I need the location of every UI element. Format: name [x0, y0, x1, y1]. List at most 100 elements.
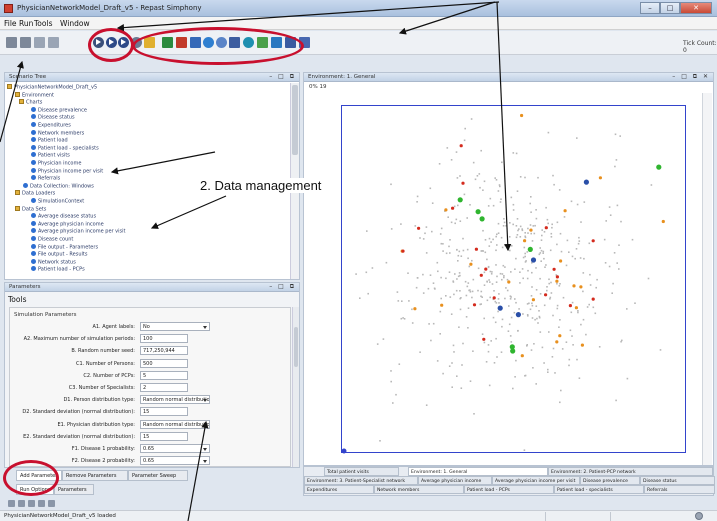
tree-item[interactable]: Patient load: [31, 137, 68, 144]
person-agent: [471, 296, 473, 299]
tree-item[interactable]: Referrals: [31, 175, 60, 182]
tree-item[interactable]: Average disease status: [31, 213, 96, 220]
tree-item[interactable]: Data Sets: [15, 205, 46, 213]
parameter-field[interactable]: 500: [140, 358, 188, 368]
parameter-dropdown[interactable]: No: [140, 322, 210, 331]
parameter-field[interactable]: 717,250,944: [140, 346, 188, 356]
minimize-button[interactable]: –: [640, 2, 660, 14]
tab-environment-general[interactable]: Environment: 1. General: [408, 467, 548, 476]
tab-referrals[interactable]: Referrals: [644, 485, 715, 494]
person-agent: [495, 179, 498, 181]
tree-item[interactable]: Environment: [15, 91, 54, 99]
person-agent: [425, 226, 428, 228]
tree-item[interactable]: File output - Parameters: [31, 243, 98, 251]
settings-icon[interactable]: [48, 500, 55, 507]
person-agent: [454, 273, 456, 275]
person-agent: [568, 358, 571, 361]
tree-item[interactable]: Charts: [19, 99, 42, 106]
tree-item[interactable]: Network members: [31, 129, 84, 137]
person-agent: [615, 159, 618, 161]
tree-item[interactable]: Data Collection: Windows: [23, 182, 94, 190]
person-agent: [489, 270, 492, 273]
parameter-label: F2. Disease 2 probability:: [71, 458, 135, 465]
menu-window[interactable]: Window: [60, 19, 90, 28]
parameter-dropdown[interactable]: Random normal distribution: [140, 419, 210, 429]
tree-item[interactable]: PhysicianNetworkModel_Draft_v5: [7, 84, 97, 91]
parameter-field[interactable]: 15: [140, 407, 188, 417]
tab-expenditures[interactable]: Expenditures: [304, 485, 374, 494]
person-agent: [403, 318, 406, 320]
tab-patient-load-pcps[interactable]: Patient load - PCPs: [464, 485, 554, 494]
save-icon[interactable]: [6, 37, 17, 48]
person-agent: [626, 308, 628, 310]
tab-average-income-per-visit[interactable]: Average physician income per visit: [492, 476, 580, 485]
person-agent: [614, 165, 616, 168]
display-scrollbar[interactable]: [702, 93, 712, 465]
tree-item[interactable]: Data Loaders: [15, 190, 55, 197]
parameters-scrollbar-thumb[interactable]: [294, 327, 298, 367]
parameter-field[interactable]: 5: [140, 370, 188, 380]
tree-item[interactable]: Expenditures: [31, 122, 71, 129]
parameter-field[interactable]: 2: [140, 383, 188, 392]
parameter-label: B. Random number seed:: [71, 348, 135, 355]
panel-controls-icon[interactable]: – □ ⧉ ✕: [672, 73, 710, 81]
person-agent: [433, 287, 436, 290]
person-agent: [547, 368, 549, 371]
parameter-field[interactable]: 100: [140, 334, 188, 344]
tab-total-patient-visits[interactable]: Total patient visits: [324, 467, 399, 476]
tab-network-members[interactable]: Network members: [374, 485, 464, 494]
edit-icon[interactable]: [18, 500, 25, 507]
tree-item[interactable]: Physician income per visit: [31, 167, 103, 175]
copy-icon[interactable]: [28, 500, 35, 507]
tree-item[interactable]: Disease status: [31, 114, 75, 121]
tree-item[interactable]: Average physician income: [31, 220, 104, 228]
tree-item[interactable]: Disease prevalence: [31, 106, 87, 114]
gear-icon[interactable]: [695, 512, 703, 520]
tree-item[interactable]: File output - Results: [31, 251, 88, 258]
tab-remove-parameters[interactable]: Remove Parameters: [62, 470, 128, 481]
save-all-icon[interactable]: [20, 37, 31, 48]
tab-disease-prevalence[interactable]: Disease prevalence: [580, 476, 640, 485]
menu-run[interactable]: Run: [19, 19, 33, 28]
tab-parameter-sweep[interactable]: Parameter Sweep: [128, 470, 188, 481]
tree-item[interactable]: Network status: [31, 258, 76, 266]
tree-item[interactable]: Disease count: [31, 236, 73, 243]
person-agent: [619, 135, 621, 137]
tab-patient-specialist-network[interactable]: Environment: 3. Patient-Specialist netwo…: [304, 476, 418, 485]
person-agent: [583, 257, 585, 260]
person-agent: [529, 202, 531, 205]
parameter-dropdown[interactable]: Random normal distribution: [140, 395, 210, 405]
tree-scrollbar-thumb[interactable]: [292, 85, 298, 155]
parameter-dropdown[interactable]: 0.65: [140, 456, 210, 466]
person-agent: [523, 449, 526, 451]
tree-item[interactable]: Average physician income per visit: [31, 228, 125, 235]
tree-item[interactable]: SimulationContext: [31, 198, 84, 205]
person-agent: [510, 316, 513, 319]
tree-item[interactable]: Physician income: [31, 160, 81, 167]
panel-controls-icon[interactable]: – □ ⧉: [269, 73, 296, 81]
parameters-scrollbar[interactable]: [292, 307, 299, 467]
maximize-button[interactable]: □: [660, 2, 680, 14]
person-agent: [445, 277, 447, 280]
properties-icon[interactable]: [48, 37, 59, 48]
tab-patient-pcp-network[interactable]: Environment: 2. Patient-PCP network: [548, 467, 713, 476]
parameter-field[interactable]: 15: [140, 431, 188, 441]
refresh-icon[interactable]: [38, 500, 45, 507]
menu-tools[interactable]: Tools: [34, 19, 52, 28]
tab-parameters[interactable]: Parameters: [54, 484, 94, 495]
tab-disease-status[interactable]: Disease status: [640, 476, 715, 485]
person-agent: [488, 237, 491, 240]
parameter-value: 100: [143, 336, 153, 343]
open-icon[interactable]: [34, 37, 45, 48]
panel-controls-icon[interactable]: – □ ⧉: [269, 283, 296, 291]
parameter-dropdown[interactable]: 0.65: [140, 444, 210, 453]
close-button[interactable]: ✕: [680, 2, 712, 14]
tab-average-physician-income[interactable]: Average physician income: [418, 476, 492, 485]
tab-patient-load-specialists[interactable]: Patient load - specialists: [554, 485, 644, 494]
add-icon[interactable]: [8, 500, 15, 507]
menu-file[interactable]: File: [4, 19, 17, 28]
agent-display[interactable]: [341, 105, 686, 454]
tree-item[interactable]: Patient visits: [31, 152, 70, 159]
tree-item[interactable]: Patient load - PCPs: [31, 266, 85, 273]
tree-item[interactable]: Patient load - specialists: [31, 144, 99, 152]
